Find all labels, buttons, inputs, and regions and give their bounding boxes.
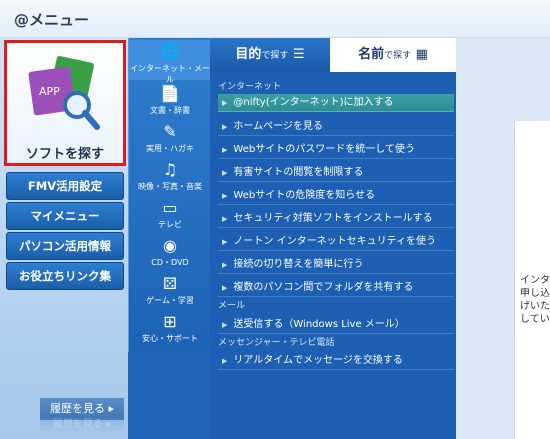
- postcard-icon: ✎: [163, 122, 177, 141]
- category-internet-mail[interactable]: 🌐 インターネット・メール: [129, 40, 211, 84]
- arrow-icon: ▶: [222, 238, 228, 246]
- category-support[interactable]: ⊞ 安心・サポート: [129, 310, 211, 348]
- list-item-homepage[interactable]: ▶ ホームページを見る: [218, 118, 454, 136]
- list-item-realtime-message[interactable]: ▶ リアルタイムでメッセージを交換する: [218, 352, 454, 370]
- description-line: 申し込: [520, 288, 550, 299]
- history-button[interactable]: 履歴を見る ▸: [40, 398, 124, 420]
- list-item-folder-share[interactable]: ▶ 複数のパソコン間でフォルダを共有する: [218, 279, 454, 297]
- tab-name-suffix: で探す: [384, 51, 412, 61]
- list-item-nifty[interactable]: ▶ @nifty(インターネット)に加入する: [218, 94, 454, 112]
- category-label: 文書・辞書: [150, 106, 190, 115]
- arrow-icon: ▶: [222, 357, 228, 365]
- list-item-send-receive[interactable]: ▶ 送受信する（Windows Live メール）: [218, 316, 454, 334]
- category-tv[interactable]: ▭ テレビ: [129, 196, 211, 232]
- arrow-icon: ▶: [222, 215, 228, 223]
- category-label: 映像・写真・音楽: [138, 182, 202, 191]
- category-documents[interactable]: 📄 文書・辞書: [129, 82, 211, 118]
- globe-mail-icon: 🌐: [160, 42, 180, 61]
- arrow-icon: ▶: [222, 261, 228, 269]
- arrow-icon: ▶: [222, 169, 228, 177]
- app-title: @メニュー: [14, 11, 90, 29]
- history-reflection: 履歴を見る ▸: [40, 418, 124, 432]
- dice-icon: ⚄: [163, 274, 177, 293]
- category-label: CD・DVD: [151, 258, 189, 267]
- find-software-label: ソフトを探す: [25, 147, 104, 162]
- app-icon-label: APP: [39, 85, 60, 98]
- tv-icon: ▭: [162, 198, 178, 217]
- section-mail-title: メール: [218, 301, 246, 311]
- media-icon: ♫: [162, 160, 178, 179]
- category-label: 実用・ハガキ: [146, 144, 194, 153]
- list-item-password[interactable]: ▶ Webサイトのパスワードを統一して使う: [218, 141, 454, 159]
- description-line: インタ: [520, 275, 550, 286]
- tab-purpose-label: 目的: [235, 47, 262, 62]
- list-item-filter[interactable]: ▶ 有害サイトの閲覧を制限する: [218, 164, 454, 182]
- right-preview-area: インタ 申し込 げいた してい: [456, 38, 550, 439]
- category-cd-dvd[interactable]: ◉ CD・DVD: [129, 234, 211, 270]
- pc-info-button[interactable]: パソコン活用情報: [6, 232, 124, 260]
- useful-links-button[interactable]: お役立ちリンク集: [6, 262, 124, 290]
- app-search-icon: APP: [28, 56, 100, 130]
- content-panel: 目的で探す ☰ 名前で探す ▦ インターネット ▶ @nifty(インターネット)…: [210, 38, 456, 439]
- arrow-icon: ▶: [222, 192, 228, 200]
- fmv-settings-button[interactable]: FMV活用設定: [6, 172, 124, 200]
- search-tabs: 目的で探す ☰ 名前で探す ▦: [210, 38, 456, 72]
- my-menu-button[interactable]: マイメニュー: [6, 202, 124, 230]
- windows-icon: ⊞: [163, 312, 177, 331]
- list-item-danger[interactable]: ▶ Webサイトの危険度を知らせる: [218, 187, 454, 205]
- tab-search-by-purpose[interactable]: 目的で探す ☰: [210, 38, 330, 72]
- arrow-icon: ▶: [222, 123, 228, 131]
- disc-icon: ◉: [163, 236, 177, 255]
- category-game[interactable]: ⚄ ゲーム・学習: [129, 272, 211, 308]
- category-postcard[interactable]: ✎ 実用・ハガキ: [129, 120, 211, 156]
- tab-name-label: 名前: [358, 47, 385, 62]
- tab-search-by-name[interactable]: 名前で探す ▦: [330, 38, 456, 72]
- category-media[interactable]: ♫ 映像・写真・音楽: [129, 158, 211, 194]
- section-internet-title: インターネット: [218, 82, 282, 92]
- main-area: APP ソフトを探す FMV活用設定 マイメニュー パソコン活用情報 お役立ちリ…: [0, 38, 550, 439]
- grid-icon: ▦: [415, 47, 428, 62]
- list-item-connection[interactable]: ▶ 接続の切り替えを簡単に行う: [218, 256, 454, 274]
- description-line: げいた: [520, 301, 550, 312]
- arrow-icon: ▶: [222, 146, 228, 154]
- list-item-security-install[interactable]: ▶ セキュリティ対策ソフトをインストールする: [218, 210, 454, 228]
- tab-purpose-suffix: で探す: [261, 51, 289, 61]
- section-messenger-title: メッセンジャー・テレビ電話: [218, 338, 335, 348]
- list-icon: ☰: [292, 47, 305, 62]
- arrow-icon: ▶: [222, 99, 228, 107]
- document-icon: 📄: [160, 84, 180, 103]
- find-software-button[interactable]: APP ソフトを探す: [4, 40, 126, 166]
- left-pane: APP ソフトを探す FMV活用設定 マイメニュー パソコン活用情報 お役立ちリ…: [0, 38, 128, 439]
- arrow-icon: ▶: [222, 284, 228, 292]
- category-label: 安心・サポート: [142, 334, 198, 343]
- category-label: インターネット・メール: [130, 64, 210, 84]
- list-item-norton[interactable]: ▶ ノートン インターネットセキュリティを使う: [218, 233, 454, 251]
- category-label: ゲーム・学習: [146, 296, 194, 305]
- arrow-icon: ▶: [222, 321, 228, 329]
- category-label: テレビ: [158, 220, 182, 229]
- description-line: してい: [520, 314, 550, 325]
- title-bar: @メニュー: [0, 0, 550, 38]
- category-column: 🌐 インターネット・メール 📄 文書・辞書 ✎ 実用・ハガキ ♫ 映像・写真・音…: [128, 38, 211, 352]
